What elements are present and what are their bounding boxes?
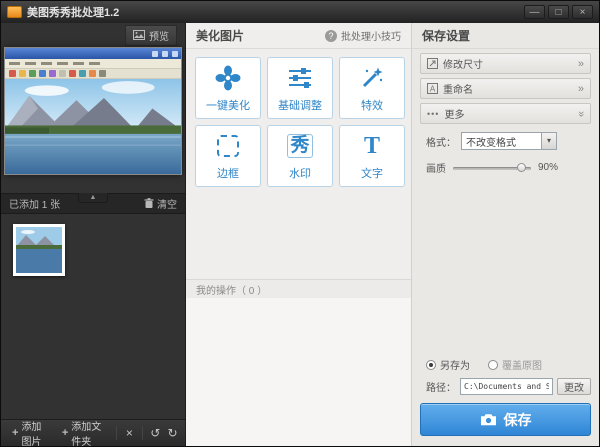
radio-overwrite[interactable]: 覆盖原图 <box>488 357 542 372</box>
flower-icon <box>214 63 242 93</box>
chevron-right-icon: » <box>578 83 584 95</box>
added-count-label: 已添加 1 张 <box>9 196 60 211</box>
tool-label: 一键美化 <box>206 97 250 113</box>
added-count-bar: ▲ 已添加 1 张 清空 <box>1 193 185 214</box>
trash-icon <box>144 198 154 209</box>
radio-unselected-icon <box>488 360 498 370</box>
add-folder-button[interactable]: + 添加文件夹 <box>57 415 110 447</box>
section-label: 更多 <box>444 106 572 121</box>
preview-image <box>4 47 182 175</box>
section-rename[interactable]: A 重命名 » <box>420 78 591 99</box>
slider-handle[interactable] <box>517 163 526 172</box>
beautify-section-title: 美化图片 <box>196 27 244 44</box>
tool-border[interactable]: 边框 <box>195 125 261 187</box>
left-toolbar: + 添加图片 + 添加文件夹 × ↺ ↻ <box>1 419 185 446</box>
format-label: 格式： <box>426 134 456 149</box>
save-button[interactable]: 保存 <box>420 403 591 436</box>
tool-text[interactable]: T 文字 <box>339 125 405 187</box>
section-label: 重命名 <box>443 81 573 96</box>
plus-icon: + <box>12 427 18 439</box>
xiu-stamp-icon: 秀 <box>287 131 312 161</box>
preview-image-menubar <box>5 59 181 68</box>
app-window: 美图秀秀批处理1.2 — □ × 预览 <box>0 0 600 447</box>
tool-label: 边框 <box>217 165 239 181</box>
preview-image-window-titlebar <box>5 48 181 59</box>
chevron-down-icon: » <box>575 110 587 116</box>
svg-text:A: A <box>430 85 436 94</box>
plus-icon: + <box>62 427 68 439</box>
tool-effects[interactable]: 特效 <box>339 57 405 119</box>
remove-button[interactable]: × <box>123 426 136 440</box>
tools-grid: 一键美化 基础调整 特效 边框 <box>186 49 411 187</box>
add-folder-button-label: 添加文件夹 <box>71 418 105 447</box>
radio-save-as-label: 另存为 <box>440 357 470 372</box>
landscape-photo <box>5 79 181 174</box>
tool-label: 水印 <box>289 165 311 181</box>
camera-icon <box>480 413 497 426</box>
preview-image-toolbar <box>5 68 181 79</box>
right-panel: 保存设置 修改尺寸 » A 重命名 » ••• 更多 » <box>412 23 599 446</box>
text-icon: T <box>364 131 380 161</box>
quality-slider[interactable] <box>453 163 531 172</box>
tool-watermark[interactable]: 秀 水印 <box>267 125 333 187</box>
tips-link-label: 批处理小技巧 <box>341 28 401 43</box>
left-panel: 预览 <box>1 23 186 446</box>
rename-icon: A <box>427 83 438 94</box>
radio-overwrite-label: 覆盖原图 <box>502 357 542 372</box>
radio-save-as[interactable]: 另存为 <box>426 357 470 372</box>
sliders-icon <box>287 63 313 93</box>
change-path-button[interactable]: 更改 <box>557 378 591 395</box>
path-input[interactable] <box>460 378 553 395</box>
frame-icon <box>217 131 239 161</box>
app-icon <box>7 6 22 18</box>
section-label: 修改尺寸 <box>443 56 573 71</box>
section-resize[interactable]: 修改尺寸 » <box>420 53 591 74</box>
redo-button[interactable]: ↻ <box>166 426 179 440</box>
maximize-button[interactable]: □ <box>548 5 569 19</box>
thumbnail-item[interactable] <box>13 224 65 276</box>
clear-button[interactable]: 清空 <box>144 196 177 211</box>
undo-button[interactable]: ↺ <box>149 426 162 440</box>
tool-label: 特效 <box>361 97 383 113</box>
toolbar-separator <box>142 426 143 440</box>
more-dots-icon: ••• <box>427 109 439 119</box>
minimize-button[interactable]: — <box>524 5 545 19</box>
add-image-button[interactable]: + 添加图片 <box>7 415 53 447</box>
radio-selected-icon <box>426 360 436 370</box>
magic-wand-icon <box>359 63 385 93</box>
preview-button[interactable]: 预览 <box>125 25 177 46</box>
save-button-label: 保存 <box>504 410 532 430</box>
center-panel: 美化图片 ? 批处理小技巧 一键美化 基础调整 <box>186 23 412 446</box>
picture-icon <box>133 30 145 40</box>
resize-icon <box>427 58 438 69</box>
operations-list <box>186 298 411 446</box>
save-settings-title: 保存设置 <box>422 27 470 44</box>
tool-label: 文字 <box>361 165 383 181</box>
thumbnail-list <box>1 214 185 419</box>
tool-one-key-beautify[interactable]: 一键美化 <box>195 57 261 119</box>
format-select-value: 不改变格式 <box>462 134 541 149</box>
tips-link[interactable]: ? 批处理小技巧 <box>325 28 401 43</box>
tool-label: 基础调整 <box>278 97 322 113</box>
tool-basic-adjust[interactable]: 基础调整 <box>267 57 333 119</box>
window-title: 美图秀秀批处理1.2 <box>27 4 519 20</box>
question-icon: ? <box>325 30 337 42</box>
section-more[interactable]: ••• 更多 » <box>420 103 591 124</box>
quality-value: 90% <box>538 162 558 173</box>
collapse-handle-icon[interactable]: ▲ <box>78 193 108 203</box>
clear-button-label: 清空 <box>157 196 177 211</box>
toolbar-separator <box>116 426 117 440</box>
add-image-button-label: 添加图片 <box>21 418 47 447</box>
quality-label: 画质 <box>426 160 446 175</box>
format-select[interactable]: 不改变格式 ▾ <box>461 132 557 150</box>
path-label: 路径： <box>426 379 456 394</box>
chevron-right-icon: » <box>578 58 584 70</box>
close-button[interactable]: × <box>572 5 593 19</box>
my-operations-label: 我的操作（ 0 ） <box>196 282 267 297</box>
dropdown-arrow-icon: ▾ <box>541 133 556 149</box>
preview-button-label: 预览 <box>149 28 169 43</box>
titlebar[interactable]: 美图秀秀批处理1.2 — □ × <box>1 1 599 23</box>
